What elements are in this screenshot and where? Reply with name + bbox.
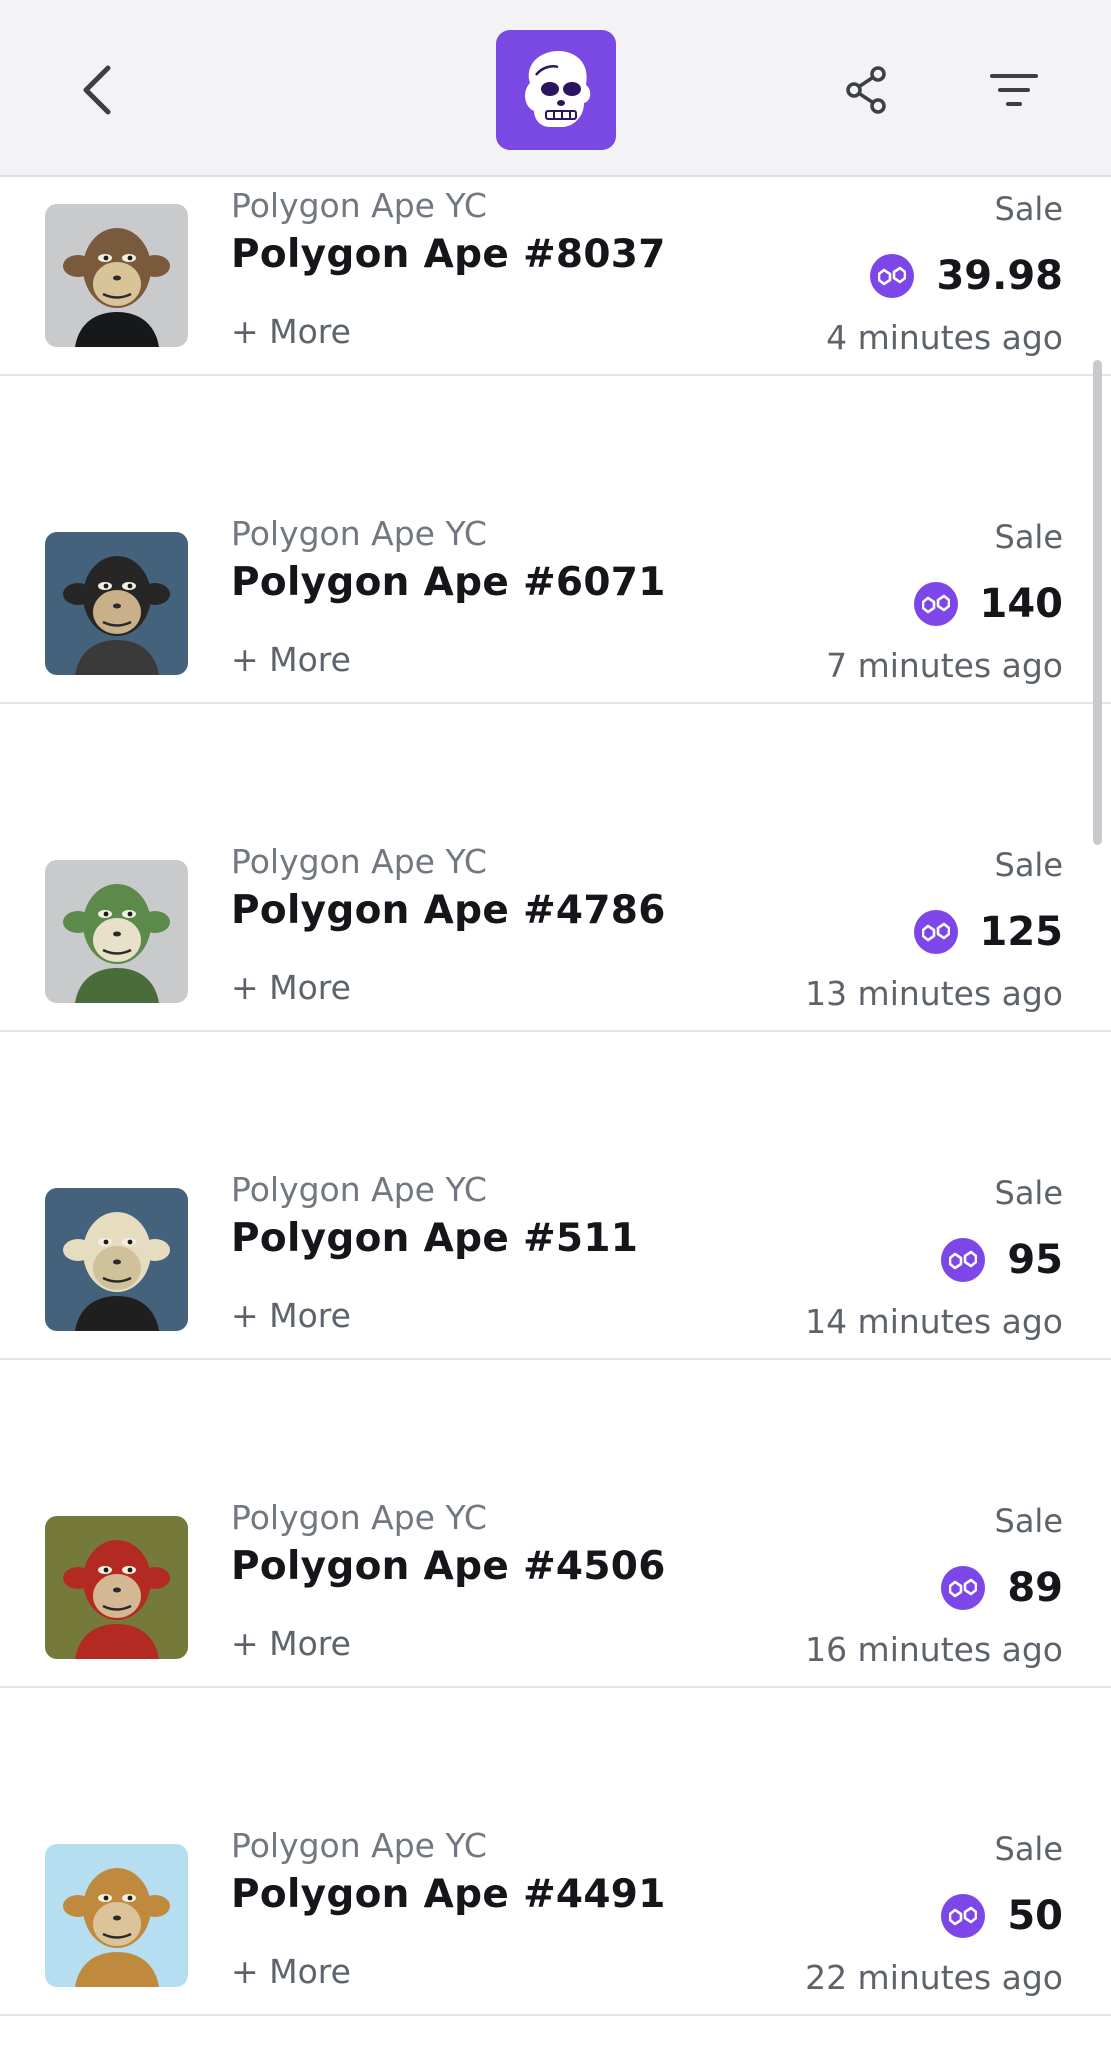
polygon-matic-icon bbox=[870, 254, 915, 298]
ape-avatar-image bbox=[45, 1516, 188, 1659]
nft-title[interactable]: Polygon Ape #4491 bbox=[231, 1872, 666, 1917]
activity-list[interactable]: Polygon Ape YC Polygon Ape #8037 + More … bbox=[0, 48, 1111, 2016]
nft-thumbnail[interactable] bbox=[45, 1844, 188, 1987]
price-group: 140 bbox=[913, 578, 1064, 630]
sale-time: 14 minutes ago bbox=[805, 1302, 1063, 1341]
polygon-matic-icon bbox=[913, 910, 958, 954]
event-type-label: Sale bbox=[994, 846, 1064, 884]
price-group: 89 bbox=[941, 1562, 1063, 1614]
activity-row[interactable]: Polygon Ape YC Polygon Ape #4506 + More … bbox=[0, 1360, 1111, 1688]
sale-price: 39.98 bbox=[936, 253, 1063, 299]
nft-thumbnail[interactable] bbox=[45, 1188, 188, 1331]
event-type-label: Sale bbox=[994, 1830, 1064, 1868]
filter-icon bbox=[990, 74, 1038, 106]
nft-thumbnail[interactable] bbox=[45, 532, 188, 675]
more-button[interactable]: + More bbox=[231, 1296, 351, 1335]
share-button[interactable] bbox=[816, 40, 916, 140]
price-group: 50 bbox=[941, 1890, 1063, 1942]
polygon-matic-icon bbox=[913, 582, 958, 626]
nft-thumbnail[interactable] bbox=[45, 860, 188, 1003]
more-button[interactable]: + More bbox=[231, 1952, 351, 1991]
collection-name: Polygon Ape YC bbox=[231, 1826, 487, 1865]
activity-row[interactable]: Polygon Ape YC Polygon Ape #4786 + More … bbox=[0, 704, 1111, 1032]
activity-row[interactable]: Polygon Ape YC Polygon Ape #511 + More S… bbox=[0, 1032, 1111, 1360]
ape-skull-icon bbox=[525, 51, 591, 127]
sale-time: 16 minutes ago bbox=[805, 1630, 1063, 1669]
nft-thumbnail[interactable] bbox=[45, 204, 188, 347]
collection-name: Polygon Ape YC bbox=[231, 186, 487, 225]
collection-name: Polygon Ape YC bbox=[231, 1170, 487, 1209]
sale-price: 50 bbox=[1007, 1893, 1063, 1939]
sale-time: 22 minutes ago bbox=[805, 1958, 1063, 1997]
ape-avatar-image bbox=[45, 1844, 188, 1987]
collection-name: Polygon Ape YC bbox=[231, 514, 487, 553]
event-type-label: Sale bbox=[994, 190, 1064, 228]
collection-name: Polygon Ape YC bbox=[231, 1498, 487, 1537]
sale-price: 95 bbox=[1007, 1237, 1063, 1283]
sale-price: 125 bbox=[979, 909, 1064, 955]
price-group: 39.98 bbox=[870, 250, 1063, 302]
more-button[interactable]: + More bbox=[231, 1624, 351, 1663]
top-app-bar bbox=[0, 0, 1111, 177]
sale-time: 7 minutes ago bbox=[826, 646, 1063, 685]
share-icon bbox=[846, 66, 886, 114]
ape-avatar-image bbox=[45, 532, 188, 675]
event-type-label: Sale bbox=[994, 1174, 1064, 1212]
nft-thumbnail[interactable] bbox=[45, 1516, 188, 1659]
collection-name: Polygon Ape YC bbox=[231, 842, 487, 881]
event-type-label: Sale bbox=[994, 1502, 1064, 1540]
more-button[interactable]: + More bbox=[231, 968, 351, 1007]
more-button[interactable]: + More bbox=[231, 640, 351, 679]
sale-price: 140 bbox=[979, 581, 1064, 627]
nft-title[interactable]: Polygon Ape #6071 bbox=[231, 560, 666, 605]
filter-button[interactable] bbox=[964, 40, 1064, 140]
ape-avatar-image bbox=[45, 204, 188, 347]
ape-avatar-image bbox=[45, 1188, 188, 1331]
scrollbar-thumb[interactable] bbox=[1093, 360, 1102, 845]
price-group: 95 bbox=[941, 1234, 1063, 1286]
activity-row[interactable]: Polygon Ape YC Polygon Ape #4491 + More … bbox=[0, 1688, 1111, 2016]
polygon-matic-icon bbox=[941, 1566, 986, 1610]
nft-title[interactable]: Polygon Ape #8037 bbox=[231, 232, 666, 277]
price-group: 125 bbox=[913, 906, 1064, 958]
sale-price: 89 bbox=[1007, 1565, 1063, 1611]
chevron-left-icon bbox=[83, 65, 111, 115]
nft-title[interactable]: Polygon Ape #4786 bbox=[231, 888, 666, 933]
activity-row[interactable]: Polygon Ape YC Polygon Ape #6071 + More … bbox=[0, 376, 1111, 704]
sale-time: 13 minutes ago bbox=[805, 974, 1063, 1013]
polygon-matic-icon bbox=[941, 1894, 986, 1938]
sale-time: 4 minutes ago bbox=[826, 318, 1063, 357]
nft-title[interactable]: Polygon Ape #4506 bbox=[231, 1544, 666, 1589]
event-type-label: Sale bbox=[994, 518, 1064, 556]
ape-avatar-image bbox=[45, 860, 188, 1003]
nft-title[interactable]: Polygon Ape #511 bbox=[231, 1216, 638, 1261]
back-button[interactable] bbox=[48, 40, 148, 140]
polygon-matic-icon bbox=[941, 1238, 986, 1282]
more-button[interactable]: + More bbox=[231, 312, 351, 351]
collection-logo[interactable] bbox=[496, 30, 616, 150]
